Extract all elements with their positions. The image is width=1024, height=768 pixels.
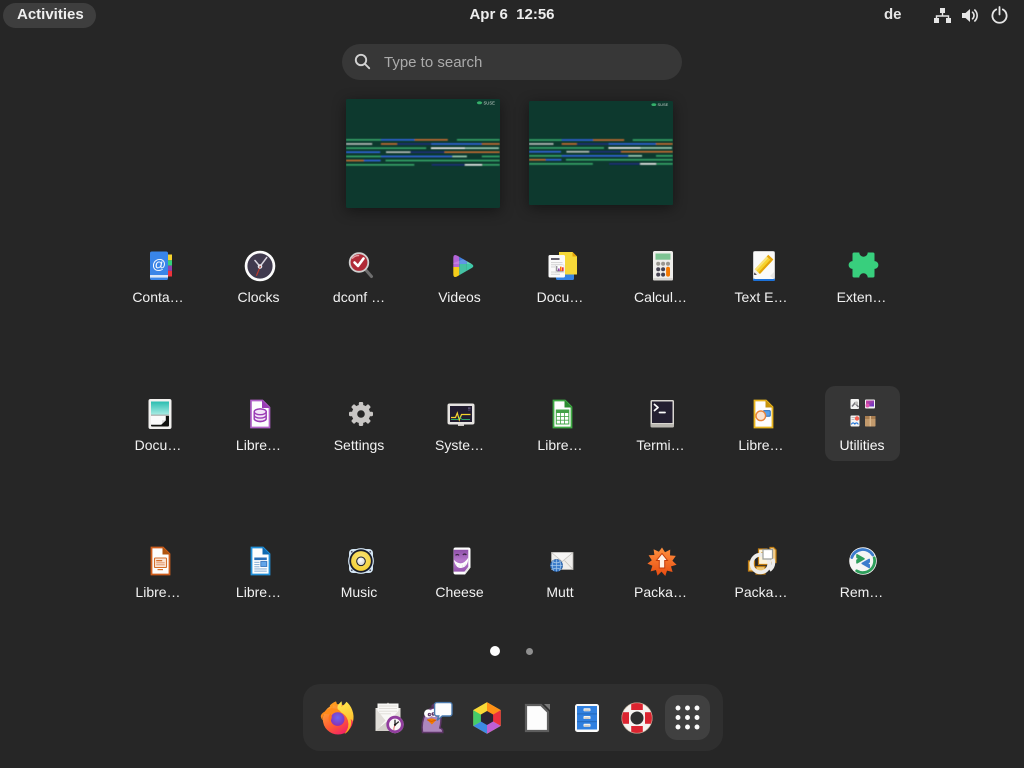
svg-text:SUSE: SUSE — [484, 100, 496, 105]
svg-text:@: @ — [152, 256, 166, 272]
svg-text:SUSE: SUSE — [658, 102, 669, 107]
